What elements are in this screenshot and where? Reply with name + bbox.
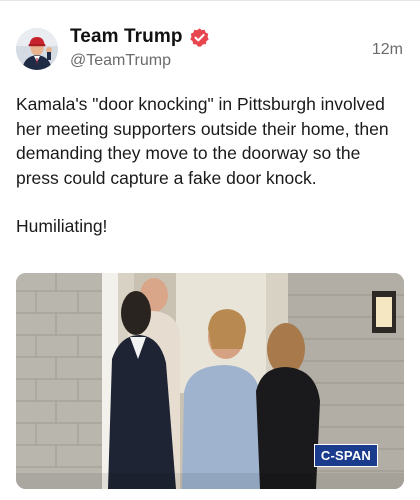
post-body-paragraph: Humiliating! [16,216,108,236]
post-media-video[interactable]: C-SPAN [16,273,404,489]
verified-badge-icon [189,27,210,48]
post-body-paragraph: Kamala's "door knocking" in Pittsburgh i… [16,94,389,188]
author-name-row: Team Trump [70,26,210,48]
author-handle[interactable]: @TeamTrump [70,52,171,70]
author-avatar[interactable] [16,28,58,70]
post-timestamp[interactable]: 12m [372,41,403,59]
post-card[interactable]: Team Trump @TeamTrump 12m Kamala's "door… [0,0,420,500]
post-body: Kamala's "door knocking" in Pittsburgh i… [16,92,408,239]
author-display-name[interactable]: Team Trump [70,26,183,48]
cspan-watermark: C-SPAN [313,444,378,467]
